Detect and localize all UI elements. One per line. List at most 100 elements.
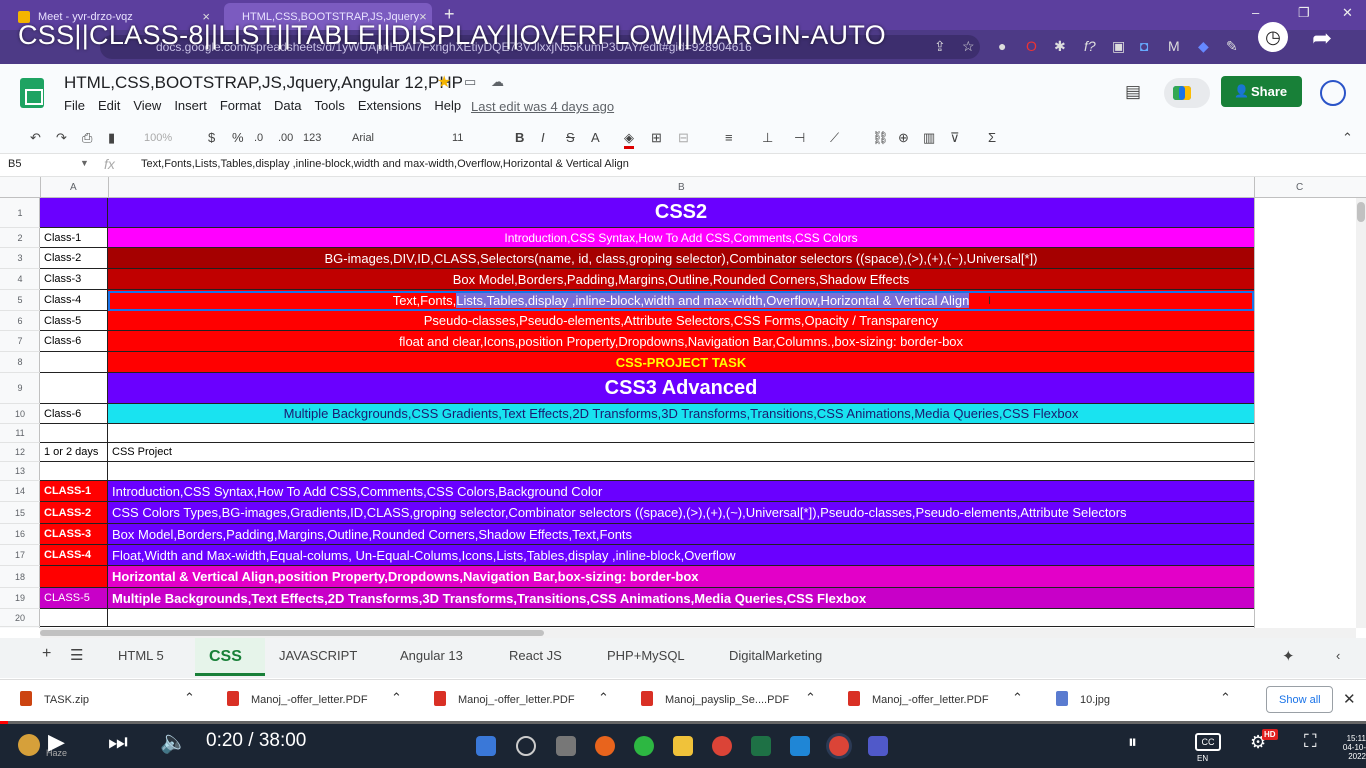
extension-gear-icon[interactable]: ✱	[1054, 38, 1066, 55]
row-number[interactable]: 9	[0, 373, 40, 404]
cell-a[interactable]: Class-6	[40, 404, 108, 424]
menu-tools[interactable]: Tools	[314, 98, 344, 113]
download-item[interactable]: Manoj_-offer_letter.PDF	[458, 694, 575, 706]
cell-a[interactable]: Class-3	[40, 269, 108, 290]
cell-b[interactable]: Horizontal & Vertical Align,position Pro…	[108, 566, 1254, 588]
close-downloads-icon[interactable]: ✕	[1343, 690, 1356, 708]
row-number[interactable]: 19	[0, 588, 40, 609]
cell-a[interactable]: Class-2	[40, 248, 108, 269]
sheet-tab-reactjs[interactable]: React JS	[509, 648, 562, 663]
cell-a[interactable]	[40, 462, 108, 481]
comment-history-icon[interactable]: ▤	[1125, 82, 1141, 102]
add-sheet-icon[interactable]: +	[42, 645, 51, 663]
cell-b[interactable]: CSS-PROJECT TASK	[108, 352, 1254, 373]
meet-button[interactable]	[1164, 78, 1210, 108]
menu-data[interactable]: Data	[274, 98, 301, 113]
decrease-decimal-button[interactable]: .0	[254, 132, 263, 144]
extension-fx-icon[interactable]: f?	[1084, 38, 1096, 54]
download-item[interactable]: Manoj_-offer_letter.PDF	[251, 694, 368, 706]
name-box-dropdown-icon[interactable]: ▼	[80, 158, 89, 168]
collapse-menu-icon[interactable]: ⌃	[1342, 130, 1353, 146]
column-header-b[interactable]: B	[678, 182, 685, 193]
text-rotation-icon[interactable]: ⟋	[830, 130, 839, 146]
all-sheets-icon[interactable]: ☰	[70, 646, 83, 664]
print-icon[interactable]: ⎙	[82, 130, 92, 146]
chrome-active-icon[interactable]	[829, 736, 849, 756]
cell-b[interactable]: CSS3 Advanced	[108, 373, 1254, 404]
cell-b[interactable]: Introduction,CSS Syntax,How To Add CSS,C…	[108, 481, 1254, 502]
cell-b[interactable]	[108, 424, 1254, 443]
progress-bar[interactable]	[0, 721, 1366, 724]
row-number[interactable]: 1	[0, 198, 40, 228]
text-wrap-icon[interactable]: ⊣	[794, 130, 805, 146]
sheet-tab-digitalmarketing[interactable]: DigitalMarketing	[729, 648, 822, 663]
cell-b[interactable]: Introduction,CSS Syntax,How To Add CSS,C…	[108, 228, 1254, 248]
strikethrough-button[interactable]: S	[566, 130, 575, 145]
cell-a[interactable]: Class-4	[40, 290, 108, 311]
cell-a[interactable]	[40, 198, 108, 228]
insert-comment-icon[interactable]: ⊕	[898, 130, 909, 146]
column-header-c[interactable]: C	[1296, 182, 1303, 193]
extension-gmail-icon[interactable]: M	[1168, 38, 1180, 54]
download-item[interactable]: Manoj_-offer_letter.PDF	[872, 694, 989, 706]
download-item[interactable]: TASK.zip	[44, 694, 89, 706]
share-page-icon[interactable]: ⇪	[934, 38, 946, 55]
vertical-scrollbar[interactable]	[1356, 198, 1366, 628]
cell-b[interactable]	[108, 609, 1254, 627]
close-window-button[interactable]: ✕	[1342, 5, 1353, 21]
menu-extensions[interactable]: Extensions	[358, 98, 422, 113]
extension-shield-icon[interactable]: ◘	[1140, 38, 1148, 54]
chevron-up-icon[interactable]: ⌃	[1012, 690, 1023, 706]
row-number[interactable]: 14	[0, 481, 40, 502]
paint-format-icon[interactable]: ▮	[108, 130, 115, 146]
name-box[interactable]: B5	[8, 158, 21, 170]
volume-icon[interactable]: 🔈	[160, 729, 187, 755]
play-icon[interactable]: ▶	[48, 729, 65, 755]
fullscreen-icon[interactable]: ⛶	[1304, 731, 1317, 752]
chevron-up-icon[interactable]: ⌃	[184, 690, 195, 706]
menu-file[interactable]: File	[64, 98, 85, 113]
row-number[interactable]: 18	[0, 566, 40, 588]
row-number[interactable]: 15	[0, 502, 40, 524]
cell-b[interactable]: Pseudo-classes,Pseudo-elements,Attribute…	[108, 311, 1254, 331]
row-number[interactable]: 10	[0, 404, 40, 424]
font-size-select[interactable]: 11	[452, 132, 463, 144]
maximize-button[interactable]: ❐	[1298, 5, 1310, 21]
percent-format-button[interactable]: %	[232, 130, 244, 145]
document-title[interactable]: HTML,CSS,BOOTSTRAP,JS,Jquery,Angular 12,…	[64, 73, 463, 93]
formula-input[interactable]: Text,Fonts,Lists,Tables,display ,inline-…	[141, 158, 629, 170]
cell-a[interactable]	[40, 566, 108, 588]
row-number[interactable]: 13	[0, 462, 40, 481]
pause-toggle-icon[interactable]: ⏸	[1128, 732, 1137, 753]
share-video-icon[interactable]: ➦	[1312, 24, 1332, 53]
cell-b[interactable]	[108, 462, 1254, 481]
sheet-tab-angular13[interactable]: Angular 13	[400, 648, 463, 663]
column-c[interactable]	[1254, 198, 1356, 628]
font-select[interactable]: Arial	[352, 132, 374, 144]
account-avatar[interactable]	[1320, 80, 1346, 106]
sheet-tab-html5[interactable]: HTML 5	[118, 648, 164, 663]
sheets-logo-icon[interactable]	[20, 78, 44, 108]
bookmark-star-icon[interactable]: ☆	[962, 38, 975, 55]
row-number[interactable]: 8	[0, 352, 40, 373]
row-number[interactable]: 6	[0, 311, 40, 331]
cloud-status-icon[interactable]: ☁	[491, 74, 504, 90]
text-color-button[interactable]: A	[591, 130, 600, 145]
excel-icon[interactable]	[751, 736, 771, 756]
menu-insert[interactable]: Insert	[174, 98, 207, 113]
search-icon[interactable]	[516, 736, 536, 756]
zoom-select[interactable]: 100%	[144, 132, 172, 144]
collapse-panel-icon[interactable]: ‹	[1336, 648, 1340, 663]
bold-button[interactable]: B	[515, 130, 524, 145]
cell-b[interactable]: CSS2	[108, 198, 1254, 228]
row-number[interactable]: 20	[0, 609, 40, 627]
menu-help[interactable]: Help	[434, 98, 461, 113]
vscode-icon[interactable]	[790, 736, 810, 756]
last-edit-link[interactable]: Last edit was 4 days ago	[471, 99, 614, 114]
cell-a[interactable]: CLASS-1	[40, 481, 108, 502]
minimize-button[interactable]: –	[1252, 5, 1259, 20]
horizontal-align-icon[interactable]: ≡	[725, 130, 733, 145]
row-number[interactable]: 17	[0, 545, 40, 566]
merge-cells-icon[interactable]: ⊟	[678, 130, 689, 146]
cell-b[interactable]: float and clear,Icons,position Property,…	[108, 331, 1254, 352]
